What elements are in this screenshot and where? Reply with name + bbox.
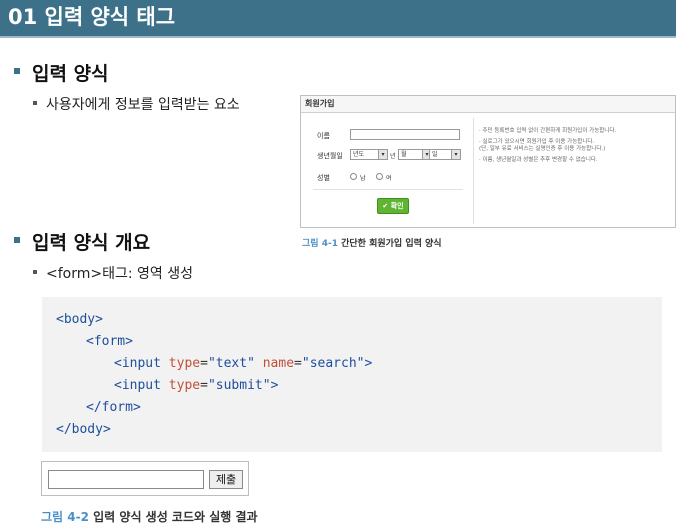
label-gender: 성별 [317,174,330,182]
radio-female [376,173,383,180]
sub-bullet [33,270,37,274]
code-tag: > [364,356,373,371]
confirm-button: ✔ 확인 [377,198,409,214]
code-attr: name [262,356,295,371]
bullet-text-form-tag: <form>태그: 영역 생성 [46,266,193,282]
confirm-button-label: 확인 [390,202,404,210]
code-tag: </form> [86,400,141,415]
note-2: · 실로그가 있으시면 회원가입 후 이용 가능합니다. [479,139,595,145]
select-month: 월 ▾ [398,149,432,160]
code-tag: <body> [56,312,103,327]
vertical-separator [473,118,474,224]
select-year-value: 년도 [353,151,365,158]
code-line-5: </form> [42,397,662,419]
sub-bullet [33,101,37,105]
chevron-down-icon: ▾ [451,150,460,159]
figure-signup-form: 회원가입 이름 생년월일 년도▾ 년 월▾ 월 일▾ 성별 남 여 ✔ 확인 ·… [300,95,676,228]
submit-button[interactable]: 제출 [209,470,243,489]
code-line-3: <input type="text" name="search"> [114,356,373,371]
title-underline [0,36,676,38]
select-month-value: 월 [401,151,407,158]
code-tag: <form> [86,334,133,349]
code-block: <body> <form> <input type="text" name="s… [42,297,662,452]
code-value: "search" [301,356,365,371]
figure1-caption: 그림 4-1 간단한 회원가입 입력 양식 [302,236,442,249]
select-year: 년도 ▾ [350,149,388,160]
figure-result-form: 제출 [41,461,249,496]
form-title: 회원가입 [301,96,675,113]
figure1-caption-number: 그림 4-1 [302,239,338,249]
figure2-caption: 그림 4-2 입력 양식 생성 코드와 실행 결과 [41,508,258,525]
note-3: (단, 일부 유료 서비스는 실명인증 후 이용 가능합니다.) [479,146,606,152]
unit-year: 년 [390,153,396,160]
code-tag: > [270,378,279,393]
label-name: 이름 [317,132,330,140]
label-birth: 생년월일 [317,152,343,160]
figure1-caption-text: 간단한 회원가입 입력 양식 [341,239,442,249]
chevron-down-icon: ▾ [378,150,387,159]
section-heading-overview: 입력 양식 개요 [32,232,151,254]
slide-title: 01 입력 양식 태그 [0,0,676,36]
bullet-square [14,68,20,74]
code-line-1: <body> [42,309,662,331]
radio-male-label: 남 [360,175,366,182]
figure2-caption-number: 그림 4-2 [41,510,89,524]
code-value: "text" [207,356,255,371]
code-line-6: </body> [42,419,662,441]
code-tag: </body> [56,422,111,437]
code-attr: type [168,356,201,371]
bullet-square [14,237,20,243]
note-4: · 이름, 생년월일과 성별은 추후 변경할 수 없습니다. [479,157,598,163]
code-line-2: <form> [42,331,662,353]
select-day: 일 ▾ [429,149,461,160]
code-value: "submit" [207,378,271,393]
name-input [350,129,460,140]
code-line-4: <input type="submit"> [114,378,279,393]
search-input[interactable] [48,470,204,489]
radio-male [350,173,357,180]
select-day-value: 일 [432,151,438,158]
radio-female-label: 여 [386,175,392,182]
figure2-caption-text: 입력 양식 생성 코드와 실행 결과 [93,510,258,524]
code-tag: <input [114,378,161,393]
section-heading-input-form: 입력 양식 [32,63,109,85]
code-tag: <input [114,356,161,371]
bullet-text-definition: 사용자에게 정보를 입력받는 요소 [46,97,240,113]
note-1: · 주민 등록번호 입력 없이 간편하게 회원가입이 가능합니다. [479,128,617,134]
code-attr: type [168,378,201,393]
form-divider [313,189,463,190]
